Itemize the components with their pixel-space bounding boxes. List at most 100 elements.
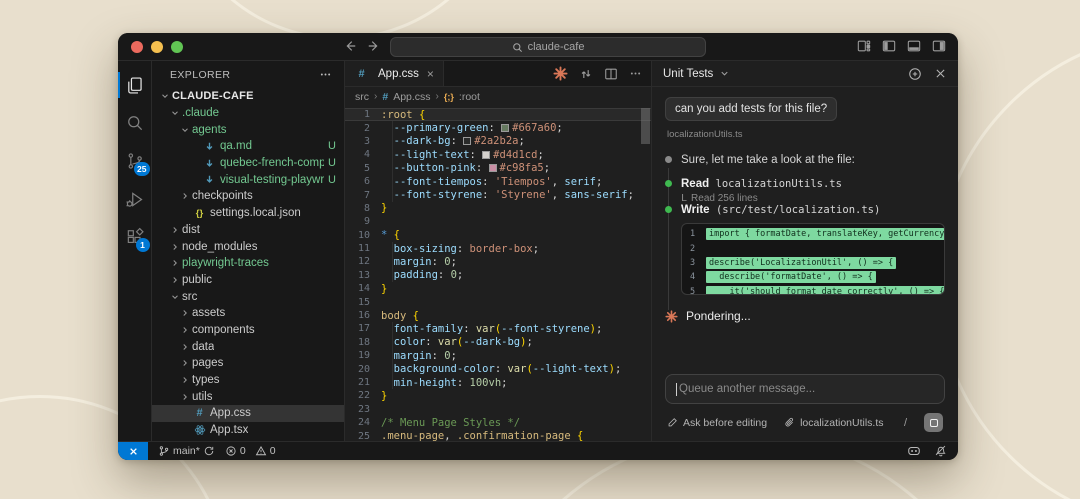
chevron-closed-icon[interactable]	[178, 392, 192, 402]
code-line-5[interactable]: 5 --button-pink: #c98fa5;	[345, 162, 651, 175]
tree-item-utils[interactable]: utils	[152, 388, 344, 405]
tree-item-quebec-french-complian-[interactable]: quebec-french-complian...U	[152, 155, 344, 172]
git-branch-status[interactable]: main*	[158, 445, 215, 457]
customize-layout-icon[interactable]	[857, 39, 871, 53]
chevron-closed-icon[interactable]	[178, 325, 192, 335]
code-line-7[interactable]: 7 --font-styrene: 'Styrene', sans-serif;	[345, 188, 651, 201]
tree-item-assets[interactable]: assets	[152, 305, 344, 322]
color-swatch[interactable]	[501, 124, 509, 132]
split-editor-icon[interactable]	[604, 67, 618, 81]
claude-starburst-icon[interactable]	[553, 66, 568, 81]
sync-icon[interactable]	[203, 445, 215, 457]
toggle-secondary-sidebar-icon[interactable]	[932, 39, 946, 53]
tree-item-visual-testing-playwright-[interactable]: visual-testing-playwright...U	[152, 171, 344, 188]
code-line-14[interactable]: 14}	[345, 282, 651, 295]
forward-arrow-icon[interactable]	[367, 39, 381, 53]
tree-item-public[interactable]: public	[152, 272, 344, 289]
tree-item-src[interactable]: src	[152, 288, 344, 305]
extensions-icon[interactable]: 1	[118, 218, 152, 256]
code-line-6[interactable]: 6 --font-tiempos: 'Tiempos', serif;	[345, 175, 651, 188]
message-input[interactable]: Queue another message...	[665, 374, 945, 404]
tab-app-css[interactable]: # App.css ×	[345, 61, 444, 86]
code-line-9[interactable]: 9	[345, 215, 651, 228]
panel-title[interactable]: Unit Tests	[663, 68, 713, 80]
code-line-21[interactable]: 21 min-height: 100vh;	[345, 376, 651, 389]
code-area[interactable]: 1:root {2 --primary-green: #667a60;3 --d…	[345, 106, 651, 441]
tree-item-playwright-traces[interactable]: playwright-traces	[152, 255, 344, 272]
toggle-panel-icon[interactable]	[907, 39, 921, 53]
code-line-23[interactable]: 23	[345, 403, 651, 416]
diff-code-block[interactable]: 1import { formatDate, translateKey, getC…	[681, 223, 945, 295]
tree-item--claude[interactable]: .claude	[152, 105, 344, 122]
slash-commands[interactable]: /	[904, 417, 907, 429]
editor-more-icon[interactable]	[629, 67, 642, 80]
chevron-closed-icon[interactable]	[178, 375, 192, 385]
read-step[interactable]: Read localizationUtils.ts	[665, 178, 945, 190]
search-sidebar-icon[interactable]	[118, 104, 152, 142]
color-swatch[interactable]	[482, 151, 490, 159]
tree-item-types[interactable]: types	[152, 372, 344, 389]
chevron-closed-icon[interactable]	[178, 308, 192, 318]
chevron-open-icon[interactable]	[168, 108, 182, 118]
code-line-4[interactable]: 4 --light-text: #d4d1cd;	[345, 148, 651, 161]
breadcrumb-file[interactable]: App.css	[393, 91, 430, 103]
problems-status[interactable]: 0 0	[225, 445, 276, 457]
code-line-24[interactable]: 24/* Menu Page Styles */	[345, 416, 651, 429]
breadcrumb[interactable]: src › # App.css › {;} :root	[345, 87, 651, 106]
code-line-16[interactable]: 16body {	[345, 309, 651, 322]
code-line-8[interactable]: 8}	[345, 202, 651, 215]
explorer-more-icon[interactable]	[319, 68, 332, 81]
code-line-17[interactable]: 17 font-family: var(--font-styrene);	[345, 322, 651, 335]
code-line-20[interactable]: 20 background-color: var(--light-text);	[345, 362, 651, 375]
code-line-13[interactable]: 13 padding: 0;	[345, 269, 651, 282]
code-line-22[interactable]: 22}	[345, 389, 651, 402]
bell-slash-icon[interactable]	[934, 444, 947, 458]
code-line-10[interactable]: 10* {	[345, 229, 651, 242]
chevron-down-icon[interactable]	[719, 68, 730, 79]
tree-item-components[interactable]: components	[152, 322, 344, 339]
tab-close-icon[interactable]: ×	[427, 67, 434, 81]
color-swatch[interactable]	[489, 164, 497, 172]
tree-item-pages[interactable]: pages	[152, 355, 344, 372]
code-line-2[interactable]: 2 --primary-green: #667a60;	[345, 121, 651, 134]
tree-item-dist[interactable]: dist	[152, 222, 344, 239]
chevron-closed-icon[interactable]	[168, 225, 182, 235]
tree-item-claude-cafe[interactable]: CLAUDE-CAFE	[152, 88, 344, 105]
tree-item-checkpoints[interactable]: checkpoints	[152, 188, 344, 205]
tree-item-agents[interactable]: agents	[152, 121, 344, 138]
editor-scrollbar[interactable]	[641, 108, 650, 144]
tree-item-app-css[interactable]: #App.css	[152, 405, 344, 422]
tree-item-settings-local-json[interactable]: {}settings.local.json	[152, 205, 344, 222]
chevron-closed-icon[interactable]	[168, 242, 182, 252]
copilot-icon[interactable]	[907, 444, 921, 458]
tree-item-qa-md[interactable]: qa.mdU	[152, 138, 344, 155]
command-center-search[interactable]: claude-cafe	[390, 37, 706, 57]
code-line-12[interactable]: 12 margin: 0;	[345, 255, 651, 268]
toggle-primary-sidebar-icon[interactable]	[882, 39, 896, 53]
attached-file-label[interactable]: localizationUtils.ts	[667, 129, 945, 140]
close-panel-icon[interactable]	[934, 67, 947, 81]
tree-item-app-tsx[interactable]: App.tsx	[152, 422, 344, 439]
close-window-button[interactable]	[131, 41, 143, 53]
stop-button[interactable]	[924, 413, 943, 432]
source-control-icon[interactable]: 25	[118, 142, 152, 180]
code-line-11[interactable]: 11 box-sizing: border-box;	[345, 242, 651, 255]
code-line-25[interactable]: 25.menu-page, .confirmation-page {	[345, 429, 651, 441]
explorer-icon[interactable]	[118, 66, 152, 104]
tree-item-node-modules[interactable]: node_modules	[152, 238, 344, 255]
tree-item-data[interactable]: data	[152, 338, 344, 355]
new-chat-icon[interactable]	[908, 67, 922, 81]
code-line-3[interactable]: 3 --dark-bg: #2a2b2a;	[345, 135, 651, 148]
code-line-18[interactable]: 18 color: var(--dark-bg);	[345, 336, 651, 349]
context-file-label[interactable]: localizationUtils.ts	[800, 417, 883, 429]
run-debug-icon[interactable]	[118, 180, 152, 218]
color-swatch[interactable]	[463, 137, 471, 145]
chevron-open-icon[interactable]	[168, 292, 182, 302]
chevron-closed-icon[interactable]	[168, 258, 182, 268]
write-step[interactable]: Write (src/test/localization.ts)	[665, 204, 945, 216]
chevron-open-icon[interactable]	[158, 91, 172, 101]
back-arrow-icon[interactable]	[343, 39, 357, 53]
code-line-15[interactable]: 15	[345, 295, 651, 308]
breadcrumb-symbol[interactable]: :root	[459, 91, 480, 103]
chevron-open-icon[interactable]	[178, 125, 192, 135]
